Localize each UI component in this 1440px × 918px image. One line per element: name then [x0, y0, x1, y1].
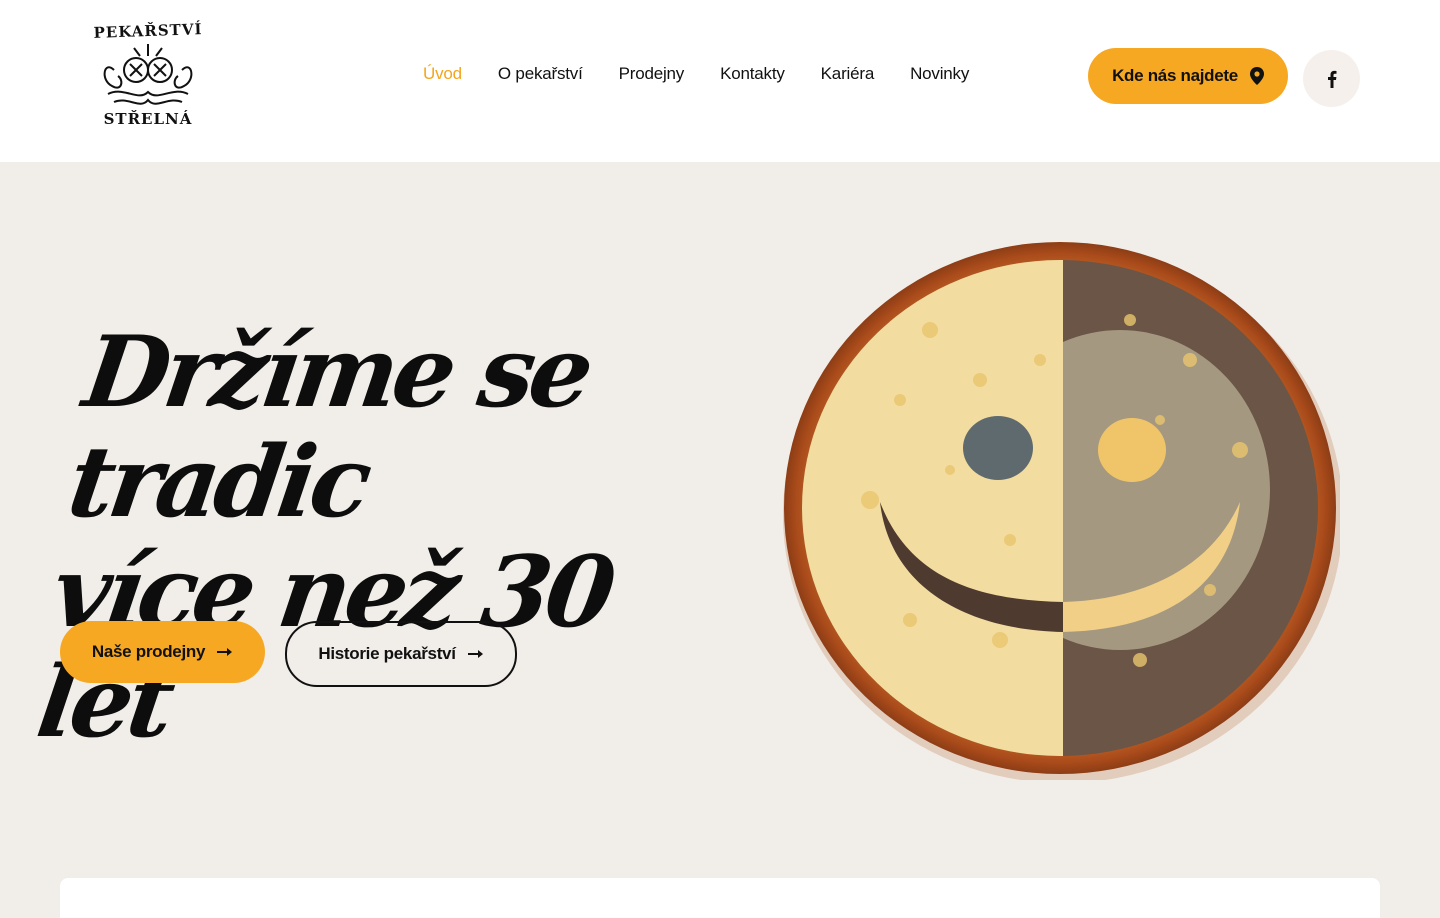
nav-item-uvod[interactable]: Úvod: [423, 64, 462, 90]
hero-title: Držíme se tradic více než 30 let: [31, 315, 773, 760]
content-card: [60, 878, 1380, 918]
header-torn-edge: [0, 150, 1440, 162]
find-us-label: Kde nás najdete: [1112, 66, 1238, 85]
facebook-icon: [1327, 70, 1336, 88]
arrow-right-icon: [467, 650, 483, 658]
map-pin-icon: [1249, 67, 1264, 85]
our-shops-button[interactable]: Naše prodejny: [60, 621, 265, 683]
hero-title-line1: Držíme se tradic: [61, 315, 596, 540]
nav-item-kariera[interactable]: Kariéra: [821, 64, 875, 90]
site-header: PEKAŘSTVÍ STŘELNÁ Úvod O pekařství Prode…: [0, 0, 1440, 162]
find-us-button[interactable]: Kde nás najdete: [1088, 48, 1288, 104]
logo-text-bottom: STŘELNÁ: [103, 110, 193, 128]
nav-item-kontakty[interactable]: Kontakty: [720, 64, 785, 90]
nav-item-prodejny[interactable]: Prodejny: [619, 64, 685, 90]
kolac-smiley-image: [783, 242, 1340, 780]
main-nav: Úvod O pekařství Prodejny Kontakty Karié…: [423, 64, 1005, 90]
nav-item-novinky[interactable]: Novinky: [910, 64, 969, 90]
bakery-history-label: Historie pekařství: [318, 644, 456, 663]
our-shops-label: Naše prodejny: [91, 642, 206, 661]
logo-emblem-icon: [103, 44, 193, 105]
nav-item-o-pekarstvi[interactable]: O pekařství: [498, 64, 583, 90]
arrow-right-icon: [217, 648, 233, 656]
facebook-button[interactable]: [1303, 50, 1360, 107]
logo-text-top: PEKAŘSTVÍ: [93, 20, 203, 42]
bakery-history-button[interactable]: Historie pekařství: [285, 621, 517, 687]
logo[interactable]: PEKAŘSTVÍ STŘELNÁ: [90, 18, 206, 136]
